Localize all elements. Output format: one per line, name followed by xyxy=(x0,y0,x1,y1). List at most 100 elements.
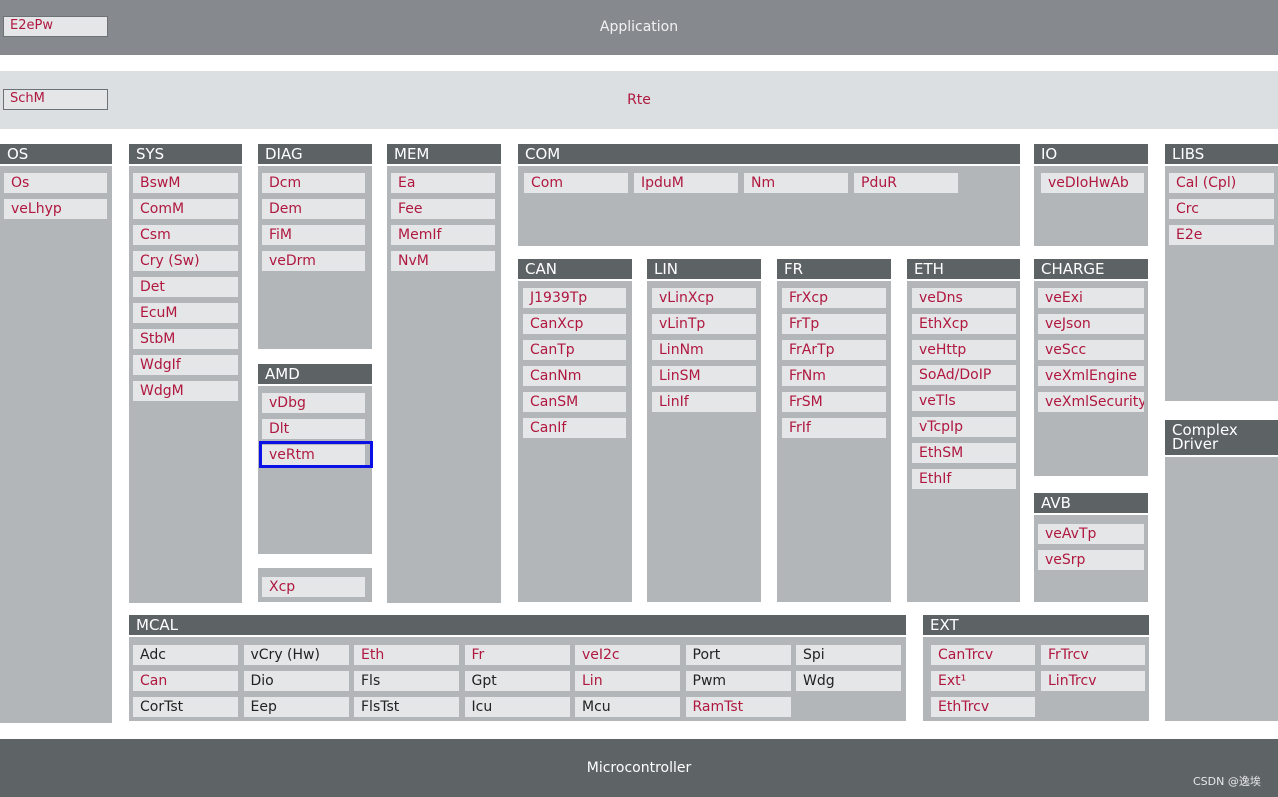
mcal-module-adc[interactable]: Adc xyxy=(133,645,238,665)
module-vedrm[interactable]: veDrm xyxy=(262,251,365,271)
module-vejson[interactable]: veJson xyxy=(1038,314,1144,334)
application-layer: Application xyxy=(0,0,1278,55)
mcal-module-fr[interactable]: Fr xyxy=(464,645,570,665)
module-vetls[interactable]: veTls xyxy=(912,391,1016,412)
module-vescc[interactable]: veScc xyxy=(1038,340,1144,360)
module-wdgif[interactable]: WdgIf xyxy=(133,355,238,375)
mcal-module-lin[interactable]: Lin xyxy=(575,671,680,691)
module-frtp[interactable]: FrTp xyxy=(782,314,886,334)
module-csm[interactable]: Csm xyxy=(133,225,238,245)
module-vehttp[interactable]: veHttp xyxy=(912,339,1016,360)
module-frnm[interactable]: FrNm xyxy=(782,366,886,386)
module-cantp[interactable]: CanTp xyxy=(523,340,626,360)
ext-module-cantrcv[interactable]: CanTrcv xyxy=(931,645,1035,665)
module-vtcpip[interactable]: vTcpIp xyxy=(912,417,1016,437)
module-veavtp[interactable]: veAvTp xyxy=(1038,524,1144,544)
com-header: COM xyxy=(518,144,1020,164)
module-xcp[interactable]: Xcp xyxy=(262,577,365,597)
module-os[interactable]: Os xyxy=(4,173,107,193)
module-det[interactable]: Det xyxy=(133,277,238,297)
ext-module-ext[interactable]: Ext¹ xyxy=(931,671,1035,691)
module-linnm[interactable]: LinNm xyxy=(652,340,756,360)
module-nvm[interactable]: NvM xyxy=(391,251,495,271)
mcal-module-vei2c[interactable]: veI2c xyxy=(575,645,680,665)
rte-label: Rte xyxy=(627,92,651,108)
ext-module-lintrcv[interactable]: LinTrcv xyxy=(1041,671,1145,691)
module-fee[interactable]: Fee xyxy=(391,199,495,219)
module-vdbg[interactable]: vDbg xyxy=(262,393,365,413)
module-cansm[interactable]: CanSM xyxy=(523,392,626,412)
module-crc[interactable]: Crc xyxy=(1169,199,1274,219)
mcal-module-mcu[interactable]: Mcu xyxy=(575,697,680,717)
module-soad-doip[interactable]: SoAd/DoIP xyxy=(912,365,1016,386)
module-e2e[interactable]: E2e xyxy=(1169,225,1274,245)
microcontroller-label: Microcontroller xyxy=(586,760,692,776)
mcal-module-eep[interactable]: Eep xyxy=(243,697,349,717)
module-frartp[interactable]: FrArTp xyxy=(782,340,886,360)
mcal-module-eth[interactable]: Eth xyxy=(354,645,459,665)
module-frxcp[interactable]: FrXcp xyxy=(782,288,886,308)
module-canif[interactable]: CanIf xyxy=(523,418,626,438)
ext-module-ethtrcv[interactable]: EthTrcv xyxy=(931,697,1035,717)
selection-highlight xyxy=(259,441,373,468)
schm-module[interactable]: SchM xyxy=(3,89,108,110)
module-vlintp[interactable]: vLinTp xyxy=(652,314,756,334)
mcal-module-can[interactable]: Can xyxy=(133,671,238,691)
module-fim[interactable]: FiM xyxy=(262,225,365,245)
avb-header: AVB xyxy=(1034,493,1148,513)
mcal-module-fls[interactable]: Fls xyxy=(354,671,459,691)
module-cry-sw[interactable]: Cry (Sw) xyxy=(133,251,238,271)
module-veexi[interactable]: veExi xyxy=(1038,288,1144,308)
module-bswm[interactable]: BswM xyxy=(133,173,238,193)
mcal-module-flstst[interactable]: FlsTst xyxy=(354,697,459,717)
module-cal-cpl[interactable]: Cal (Cpl) xyxy=(1169,173,1274,193)
module-dlt[interactable]: Dlt xyxy=(262,419,365,439)
mcal-module-spi[interactable]: Spi xyxy=(796,645,901,665)
ext-module-frtrcv[interactable]: FrTrcv xyxy=(1041,645,1145,665)
libs-header: LIBS xyxy=(1165,144,1278,164)
mcal-module-pwm[interactable]: Pwm xyxy=(685,671,791,691)
module-comm[interactable]: ComM xyxy=(133,199,238,219)
module-canxcp[interactable]: CanXcp xyxy=(523,314,626,334)
module-com[interactable]: Com xyxy=(524,173,628,193)
module-frif[interactable]: FrIf xyxy=(782,418,886,438)
module-nm[interactable]: Nm xyxy=(744,173,848,193)
module-ethsm[interactable]: EthSM xyxy=(912,442,1016,463)
module-cannm[interactable]: CanNm xyxy=(523,366,626,386)
module-pdur[interactable]: PduR xyxy=(854,173,958,193)
mcal-module-dio[interactable]: Dio xyxy=(243,671,349,691)
mcal-module-port[interactable]: Port xyxy=(685,645,791,665)
module-dcm[interactable]: Dcm xyxy=(262,173,365,193)
module-ecum[interactable]: EcuM xyxy=(133,303,238,323)
module-wdgm[interactable]: WdgM xyxy=(133,381,238,401)
module-ethif[interactable]: EthIf xyxy=(912,468,1016,489)
module-frsm[interactable]: FrSM xyxy=(782,392,886,412)
mcal-module-cortst[interactable]: CorTst xyxy=(133,697,238,717)
mcal-module-wdg[interactable]: Wdg xyxy=(796,671,901,691)
watermark: CSDN @逸埃 xyxy=(1193,775,1261,788)
module-ea[interactable]: Ea xyxy=(391,173,495,193)
module-vexmlengine[interactable]: veXmlEngine xyxy=(1038,366,1144,386)
lin-header: LIN xyxy=(647,259,761,279)
module-dem[interactable]: Dem xyxy=(262,199,365,219)
mcal-module-gpt[interactable]: Gpt xyxy=(464,671,570,691)
module-j1939tp[interactable]: J1939Tp xyxy=(523,288,626,308)
module-stbm[interactable]: StbM xyxy=(133,329,238,349)
e2epw-module[interactable]: E2ePw xyxy=(3,16,108,37)
module-vexmlsecurity[interactable]: veXmlSecurity xyxy=(1038,392,1144,412)
module-linif[interactable]: LinIf xyxy=(652,392,756,412)
module-vlinxcp[interactable]: vLinXcp xyxy=(652,288,756,308)
module-ipdum[interactable]: IpduM xyxy=(634,173,738,193)
module-linsm[interactable]: LinSM xyxy=(652,366,756,386)
module-velhyp[interactable]: veLhyp xyxy=(4,199,107,219)
mcal-module-vcry-hw[interactable]: vCry (Hw) xyxy=(243,645,349,665)
fr-header: FR xyxy=(777,259,891,279)
module-vesrp[interactable]: veSrp xyxy=(1038,550,1144,570)
module-vedns[interactable]: veDns xyxy=(912,288,1016,308)
mcal-module-icu[interactable]: Icu xyxy=(464,697,570,717)
mcal-module-ramtst[interactable]: RamTst xyxy=(685,697,791,717)
module-ethxcp[interactable]: EthXcp xyxy=(912,313,1016,334)
module-memif[interactable]: MemIf xyxy=(391,225,495,245)
microcontroller-layer: Microcontroller xyxy=(0,739,1278,797)
module-vediohwab[interactable]: veDIoHwAb xyxy=(1041,173,1144,193)
